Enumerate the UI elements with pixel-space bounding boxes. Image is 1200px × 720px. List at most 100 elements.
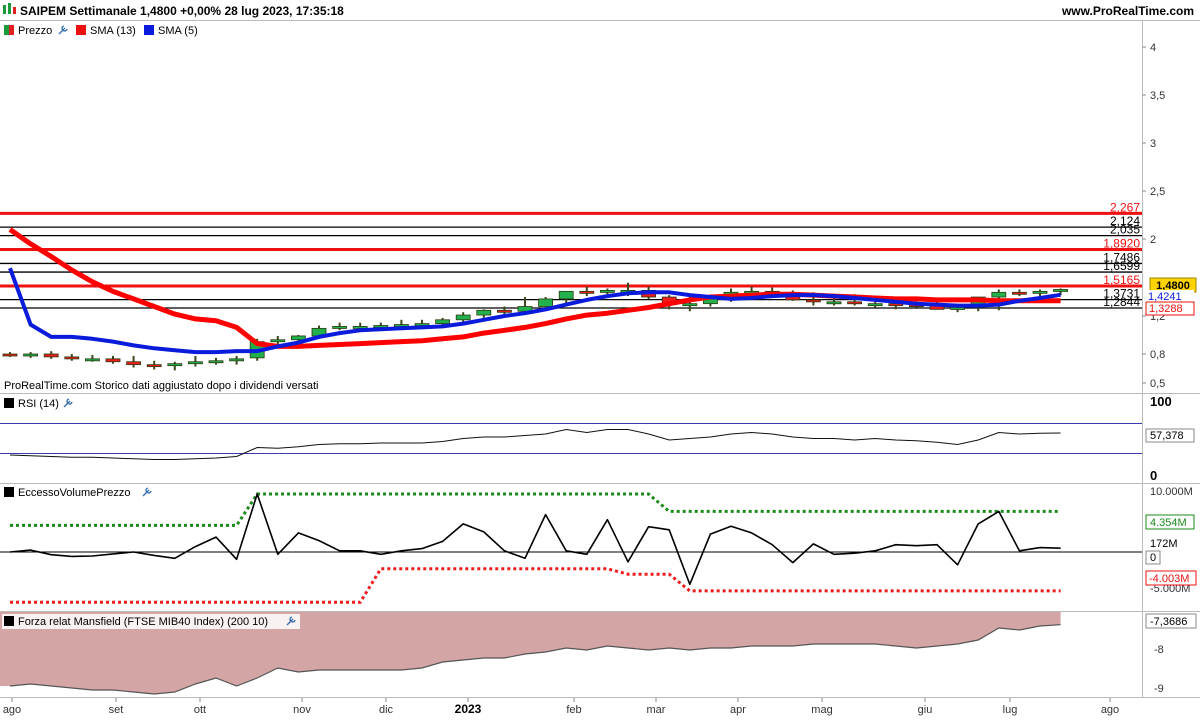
candle-body	[1053, 289, 1068, 292]
price-panel[interactable]: 2,2672,1242,0351,89201,74861,65991,51651…	[0, 25, 1197, 392]
candle-body	[229, 358, 245, 362]
candle-body	[991, 291, 1007, 298]
level-label-3: 1,8920	[1103, 236, 1140, 250]
candle-body	[208, 360, 224, 364]
site-name[interactable]: www.ProRealTime.com	[1061, 4, 1194, 18]
wrench-icon[interactable]	[142, 487, 152, 497]
wrench-icon[interactable]	[63, 398, 73, 408]
x-tick-label: 2023	[455, 702, 482, 716]
chart-canvas[interactable]: SAIPEM Settimanale 1,4800 +0,00% 28 lug …	[0, 0, 1200, 720]
rsi-tick-0: 0	[1150, 468, 1157, 483]
sma13-line	[8, 227, 1061, 349]
rsi-tick-100: 100	[1150, 394, 1172, 409]
candle-body	[85, 358, 100, 362]
candle-body	[600, 290, 615, 293]
mansfield-color-icon	[4, 616, 14, 626]
legend-sma5-label: SMA (5)	[158, 25, 198, 37]
price-value-tag: 1,4800	[1149, 277, 1197, 293]
sma5-value-label: 1,4241	[1148, 291, 1182, 303]
mansfield-panel[interactable]: Forza relat Mansfield (FTSE MIB40 Index)…	[0, 612, 1197, 695]
chart-title: SAIPEM Settimanale 1,4800 +0,00% 28 lug …	[20, 4, 344, 18]
rsi-value-label: 57,378	[1150, 430, 1184, 442]
volume-line	[9, 493, 1061, 586]
volume-upper-band	[10, 492, 1061, 527]
legend-price: Prezzo SMA (13) SMA (5)	[4, 25, 198, 37]
candle-body	[187, 361, 203, 365]
x-tick-label: ago	[1101, 704, 1119, 716]
header: SAIPEM Settimanale 1,4800 +0,00% 28 lug …	[0, 0, 1200, 20]
price-tick-label: 0,8	[1150, 349, 1165, 361]
candle-body	[1032, 290, 1048, 294]
candle-body	[558, 290, 574, 300]
candle-body	[682, 303, 698, 307]
candle-body	[826, 301, 842, 305]
level-label-5: 1,6599	[1103, 259, 1140, 273]
level-label-2: 2,035	[1110, 223, 1140, 237]
mansfield-tick-8: -8	[1154, 644, 1164, 656]
x-tick-label: lug	[1003, 704, 1018, 716]
candle-body	[950, 307, 965, 310]
wrench-icon[interactable]	[58, 25, 68, 35]
volume-lower-band	[10, 567, 1061, 604]
candle-body	[2, 353, 18, 357]
candle-body	[1012, 291, 1027, 295]
sma13-value-tag: 1,3288	[1145, 301, 1195, 316]
candle-body	[167, 363, 183, 367]
panel-frames	[0, 20, 1200, 698]
vol-upper-label: 4.354M	[1150, 517, 1187, 529]
sma5-color-icon	[144, 25, 154, 35]
legend-sma13-label: SMA (13)	[90, 25, 136, 37]
vol-lower-label: -4.003M	[1149, 573, 1189, 585]
candle-body	[867, 303, 883, 307]
volume-panel[interactable]: EccessoVolumePrezzo 10.000M -5.000M 4.35…	[0, 486, 1197, 604]
vol-zero-label: 0	[1150, 552, 1156, 564]
legend-rsi-label: RSI (14)	[18, 398, 59, 410]
dividend-note: ProRealTime.com Storico dati aggiustato …	[4, 380, 318, 392]
candle-body	[579, 290, 595, 294]
vol-tick-top: 10.000M	[1150, 486, 1193, 498]
x-tick-label: feb	[566, 704, 581, 716]
level-label-8: 1,2844	[1103, 295, 1140, 309]
candle-body	[847, 301, 862, 305]
candle-body	[146, 364, 162, 368]
candle-body	[270, 339, 286, 343]
candle-body	[105, 358, 121, 363]
price-axis-ticks: 43,532,521,20,80,5	[1142, 42, 1165, 390]
sma13-value-label: 1,3288	[1149, 303, 1183, 315]
candle-body	[496, 309, 512, 313]
x-tick-label: ago	[3, 704, 21, 716]
candle-body	[43, 353, 59, 358]
candle-body	[332, 326, 348, 329]
level-label-0: 2,267	[1110, 200, 1140, 214]
candle-body	[806, 299, 821, 303]
x-tick-label: ott	[194, 704, 206, 716]
candle-body	[126, 361, 141, 366]
legend-price-label: Prezzo	[18, 25, 52, 37]
sma5-value-tag: 1,4241	[1146, 290, 1194, 303]
x-tick-label: mar	[647, 704, 666, 716]
sma13-color-icon	[76, 25, 86, 35]
x-tick-label: nov	[293, 704, 311, 716]
candle-body	[476, 309, 492, 316]
vol-last-label: 172M	[1150, 538, 1178, 550]
level-label-6: 1,5165	[1103, 273, 1140, 287]
rsi-panel[interactable]: RSI (14) 100 0 57,378	[0, 394, 1195, 483]
candle-body	[538, 298, 553, 307]
mansfield-value-label: -7,3686	[1150, 616, 1187, 628]
rsi-line	[9, 428, 1061, 460]
x-tick-label: dic	[379, 704, 394, 716]
price-tick-label: 2,5	[1150, 186, 1165, 198]
price-tick-label: 3	[1150, 138, 1156, 150]
legend-volume-label: EccessoVolumePrezzo	[18, 487, 131, 499]
x-tick-label: set	[109, 704, 124, 716]
price-tick-label: 2	[1150, 234, 1156, 246]
candle-body	[23, 353, 39, 357]
candle-body	[64, 356, 80, 360]
price-tick-label: 3,5	[1150, 90, 1165, 102]
x-tick-label: mag	[811, 704, 832, 716]
x-tick-label: giu	[918, 704, 933, 716]
rsi-color-icon	[4, 398, 14, 408]
price-tick-label: 0,5	[1150, 378, 1165, 390]
candle-body	[455, 314, 471, 321]
mansfield-tick-9: -9	[1154, 683, 1164, 695]
